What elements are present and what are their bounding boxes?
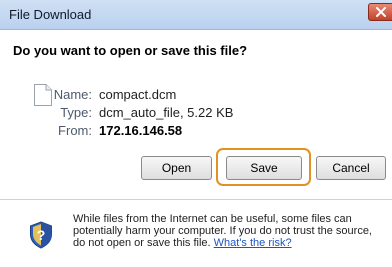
close-button[interactable] <box>368 3 392 21</box>
whats-the-risk-link[interactable]: What's the risk? <box>214 237 292 249</box>
title-bar: File Download <box>0 0 392 30</box>
svg-text:?: ? <box>37 227 46 243</box>
file-source-label: From: <box>58 123 92 138</box>
security-warning-text: While files from the Internet can be use… <box>73 213 387 249</box>
file-name-value: compact.dcm <box>99 87 177 102</box>
file-type-value: dcm_auto_file, 5.22 KB <box>99 105 234 120</box>
window-title: File Download <box>9 7 92 22</box>
file-name-label: Name: <box>53 87 92 102</box>
file-type-label: Type: <box>60 105 92 120</box>
close-icon <box>376 7 386 17</box>
file-download-dialog: File Download Do you want to open or sav… <box>0 0 392 267</box>
security-shield-question-icon: ? <box>30 221 52 249</box>
file-source-value: 172.16.146.58 <box>99 123 183 138</box>
dialog-question: Do you want to open or save this file? <box>13 43 248 58</box>
open-button[interactable]: Open <box>141 156 212 180</box>
cancel-button[interactable]: Cancel <box>316 156 386 180</box>
save-button[interactable]: Save <box>226 156 302 180</box>
